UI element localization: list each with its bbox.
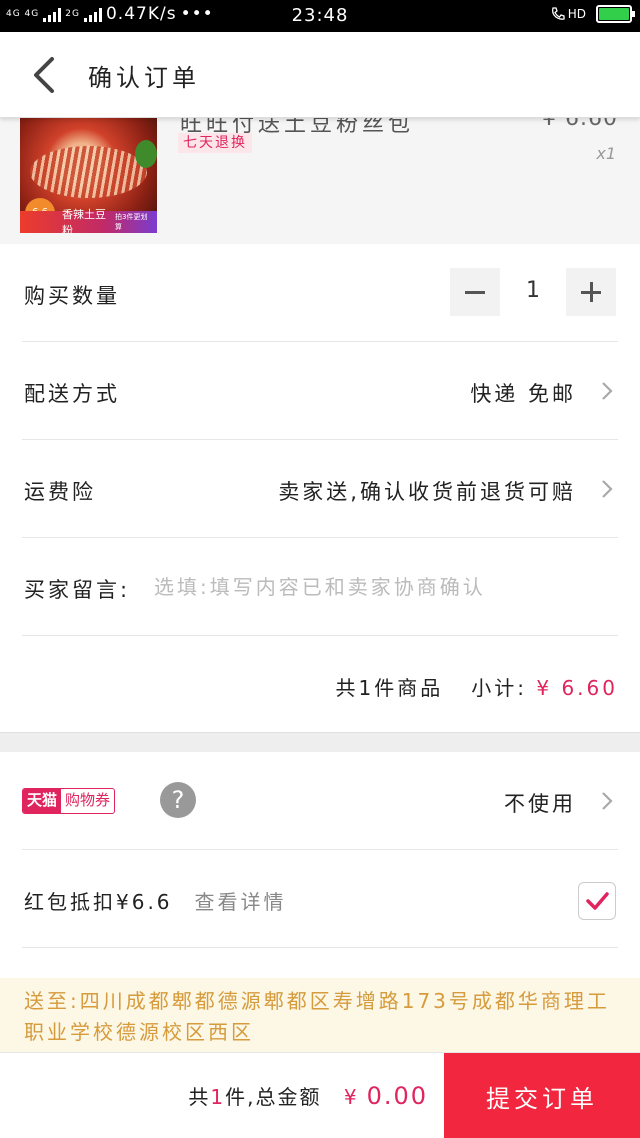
hongbao-amount-label: 红包抵扣¥6.6 (24, 890, 173, 914)
insurance-value: 卖家送,确认收货前退货可赔 (278, 480, 576, 504)
subtotal-amount: ¥ 6.60 (536, 676, 618, 700)
back-arrow-icon[interactable] (30, 56, 60, 94)
insurance-label: 运费险 (24, 480, 96, 504)
page-header: 确认订单 (0, 32, 640, 118)
coupon-row[interactable]: 天猫 购物券 ? 不使用 (22, 752, 618, 850)
image-banner: 香辣土豆粉 拍3件更划算 (20, 208, 157, 233)
noodle-graphic (30, 146, 147, 198)
order-subtotal: 共1件商品 小计: ¥ 6.60 (336, 672, 618, 701)
delivery-value: 快递 免邮 (470, 382, 576, 406)
battery-icon (596, 5, 635, 23)
message-label: 买家留言: (24, 578, 131, 602)
subtotal-label: 小计: (471, 676, 528, 700)
product-quantity: x1 (596, 144, 616, 163)
total-count-number: 1 (210, 1085, 226, 1109)
shipping-insurance-row[interactable]: 运费险 卖家送,确认收货前退货可赔 (22, 440, 618, 538)
return-policy-tag: 七天退换 (178, 133, 252, 153)
delivery-address[interactable]: 送至:四川成都郫都德源郫都区寿增路173号成都华商理工职业学校德源校区西区 (0, 978, 640, 1052)
hongbao-checkbox[interactable] (578, 882, 616, 920)
page-title: 确认订单 (88, 64, 200, 92)
order-total: 共1件,总金额 ¥0.00 (188, 1081, 428, 1110)
clock: 23:48 (291, 5, 349, 26)
coupon-value: 不使用 (504, 792, 576, 816)
delivery-row[interactable]: 配送方式 快递 免邮 (22, 342, 618, 440)
status-right: HD (550, 5, 635, 23)
hongbao-row: 红包抵扣¥6.6 查看详情 (22, 850, 618, 948)
help-icon[interactable]: ? (160, 782, 196, 818)
discount-section: 天猫 购物券 ? 不使用 红包抵扣¥6.6 查看详情 (0, 752, 640, 978)
image-banner-text: 香辣土豆粉 (62, 208, 106, 233)
buyer-message-input[interactable] (154, 572, 594, 602)
chevron-right-icon (602, 382, 613, 400)
coupon-brand: 天猫 (23, 789, 62, 813)
hongbao-label: 红包抵扣¥6.6 查看详情 (24, 886, 287, 915)
coupon-text: 购物券 (65, 791, 111, 809)
vegetable-graphic (135, 140, 157, 168)
total-amount-value: 0.00 (366, 1082, 428, 1110)
buyer-message-row: 买家留言: (22, 538, 618, 636)
total-count-prefix: 共 (188, 1085, 211, 1109)
chevron-right-icon (602, 792, 613, 810)
increase-button[interactable] (566, 268, 616, 316)
quantity-stepper: 1 (450, 268, 616, 316)
hongbao-detail-link[interactable]: 查看详情 (195, 890, 287, 914)
order-options: 购买数量 1 配送方式 快递 免邮 运费险 卖家送,确认收货前退货可赔 买家留言… (0, 244, 640, 732)
total-amount: ¥0.00 (343, 1082, 428, 1110)
checkout-bar: 共1件,总金额 ¥0.00 提交订单 (0, 1052, 640, 1138)
quantity-row: 购买数量 1 (22, 244, 618, 342)
product-image[interactable]: 6.6 香辣土豆粉 拍3件更划算 (20, 118, 157, 233)
hd-label: HD (567, 7, 586, 21)
quantity-label: 购买数量 (24, 284, 120, 308)
product-card[interactable]: 6.6 香辣土豆粉 拍3件更划算 旺旺付送土豆粉丝包 ¥ 6.60 七天退换 x… (0, 118, 640, 244)
call-hd-icon: HD (550, 6, 586, 22)
section-divider (0, 732, 640, 752)
decrease-button[interactable] (450, 268, 500, 316)
summary-count: 共1件商品 (335, 676, 444, 700)
image-banner-small: 拍3件更划算 (114, 213, 148, 231)
checkmark-icon (586, 892, 609, 910)
delivery-label: 配送方式 (24, 382, 120, 406)
chevron-right-icon (602, 480, 613, 498)
status-bar: 4G 4G 2G 0.47K/s ••• 23:48 HD (0, 0, 640, 32)
submit-order-button[interactable]: 提交订单 (444, 1053, 640, 1138)
product-price: ¥ 6.60 (542, 118, 618, 131)
currency-symbol: ¥ (343, 1085, 359, 1109)
tmall-coupon-badge: 天猫 购物券 (22, 788, 116, 814)
quantity-value[interactable]: 1 (500, 278, 566, 303)
total-count-suffix: 件,总金额 (225, 1085, 322, 1109)
